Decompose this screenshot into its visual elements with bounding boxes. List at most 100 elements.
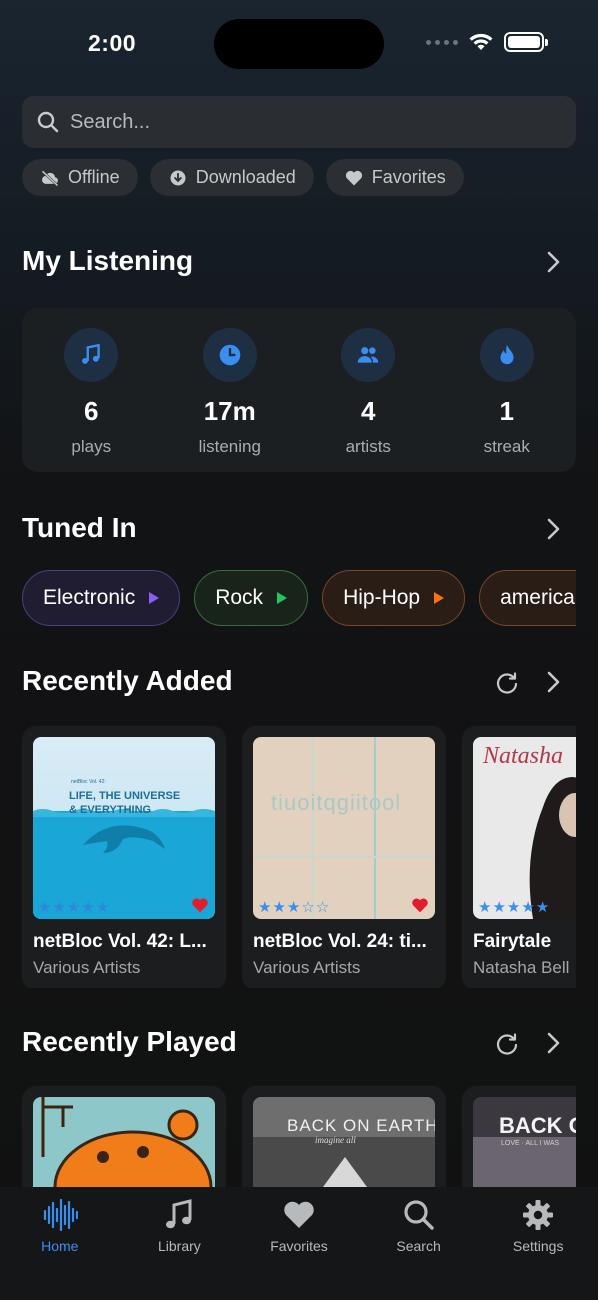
music-note-icon — [166, 1199, 192, 1229]
album-title: Fairytale — [473, 931, 552, 952]
filter-offline-label: Offline — [68, 167, 120, 187]
my-listening-title: My Listening — [22, 245, 194, 276]
stat-value: 17m — [203, 396, 256, 426]
genre-label: americana — [500, 586, 576, 609]
tab-search[interactable]: Search — [359, 1187, 479, 1300]
filter-downloaded-chip[interactable]: Downloaded — [149, 159, 314, 196]
tab-library[interactable]: Library — [120, 1187, 240, 1300]
rating-stars: ★ ★ ★ ★ ★ — [38, 899, 110, 916]
stat-label: plays — [71, 437, 112, 456]
search-icon — [37, 111, 59, 133]
chevron-right-icon[interactable] — [544, 249, 562, 275]
svg-text:LOVE · ALL I WAS: LOVE · ALL I WAS — [501, 1140, 560, 1147]
tab-label: Search — [396, 1238, 441, 1254]
tab-label: Library — [157, 1238, 201, 1254]
album-art: BACK ON EARTH imagine all — [253, 1097, 435, 1187]
search-icon — [403, 1200, 434, 1230]
svg-text:BACK ON EARTH: BACK ON EARTH — [287, 1116, 435, 1135]
album-art: Natasha ★ ★ ★ ★ ★ — [473, 737, 576, 919]
album-title: netBloc Vol. 24: ti... — [253, 931, 427, 952]
album-art: tiuoitqgiitool ★ ★ ★ ☆ ☆ — [253, 737, 435, 919]
tab-home[interactable]: Home — [0, 1187, 120, 1300]
cloud-off-icon — [41, 169, 59, 186]
album-card[interactable]: Natasha ★ ★ ★ ★ ★ Fairytale Natasha Bell — [462, 726, 576, 988]
genre-pills: Electronic Rock Hip-Hop americana — [22, 570, 576, 628]
tab-bar: Home Library Favorites Search Settings — [0, 1187, 598, 1300]
stat-plays: 6 plays — [22, 308, 161, 472]
svg-text:LIFE, THE UNIVERSE: LIFE, THE UNIVERSE — [69, 790, 180, 802]
tab-settings[interactable]: Settings — [478, 1187, 598, 1300]
filter-downloaded-label: Downloaded — [195, 167, 296, 187]
tab-label: Home — [41, 1238, 79, 1254]
album-card[interactable]: BACK ON LOVE · ALL I WAS — [462, 1086, 576, 1187]
chevron-right-icon[interactable] — [544, 516, 562, 542]
play-icon — [149, 592, 160, 604]
stat-label: artists — [345, 437, 391, 456]
heart-icon — [284, 1201, 314, 1228]
album-artist: Natasha Bell — [473, 958, 570, 977]
gear-icon — [523, 1200, 554, 1230]
album-card[interactable]: BACK ON EARTH imagine all — [242, 1086, 446, 1187]
refresh-icon[interactable] — [494, 1031, 520, 1057]
album-card[interactable]: tiuoitqgiitool ★ ★ ★ ☆ ☆ netBloc Vol. 24: ti… — [242, 726, 446, 988]
rating-stars: ★ ★ ★ ☆ ☆ — [258, 899, 330, 916]
heart-icon[interactable] — [411, 897, 429, 913]
filter-favorites-label: Favorites — [371, 167, 446, 187]
genre-pill-electronic[interactable]: Electronic — [22, 570, 181, 626]
filter-chips: Offline Downloaded Favorites — [22, 159, 464, 196]
recently-added-row: netBloc Vol. 42: LIFE, THE UNIVERSE & EV… — [22, 726, 576, 988]
music-note-icon — [64, 328, 119, 382]
tab-favorites[interactable]: Favorites — [239, 1187, 359, 1300]
album-art: netBloc Vol. 42: LIFE, THE UNIVERSE & EV… — [33, 737, 215, 919]
album-title: netBloc Vol. 42: L... — [33, 931, 207, 952]
svg-text:tiuoitqgiitool: tiuoitqgiitool — [271, 790, 401, 815]
svg-text:imagine all: imagine all — [315, 1135, 356, 1145]
tuned-in-title: Tuned In — [22, 512, 137, 543]
tab-label: Favorites — [270, 1238, 328, 1254]
status-indicators — [426, 32, 548, 52]
waveform-icon — [43, 1198, 78, 1232]
filter-favorites-chip[interactable]: Favorites — [325, 159, 464, 196]
search-input[interactable] — [70, 110, 550, 134]
stat-listening: 17m listening — [161, 308, 300, 472]
filter-offline-chip[interactable]: Offline — [22, 159, 138, 196]
stat-streak: 1 streak — [438, 308, 577, 472]
genre-label: Rock — [215, 586, 264, 609]
chevron-right-icon[interactable] — [544, 669, 562, 695]
clock-icon — [202, 328, 257, 382]
stat-label: listening — [198, 437, 261, 456]
album-artist: Various Artists — [253, 958, 361, 977]
genre-pill-rock[interactable]: Rock — [194, 570, 309, 626]
heart-icon[interactable] — [191, 897, 209, 913]
svg-text:netBloc Vol. 42:: netBloc Vol. 42: — [71, 779, 106, 785]
svg-text:Natasha: Natasha — [482, 743, 563, 769]
signal-icon — [426, 39, 458, 45]
genre-pill-hip-hop[interactable]: Hip-Hop — [322, 570, 466, 626]
stat-value: 6 — [84, 396, 99, 426]
download-circle-icon — [170, 170, 186, 185]
status-time: 2:00 — [88, 30, 137, 56]
dynamic-island — [214, 19, 384, 69]
album-card[interactable] — [22, 1086, 226, 1187]
stat-artists: 4 artists — [299, 308, 438, 472]
search-bar[interactable] — [22, 96, 576, 148]
refresh-icon[interactable] — [494, 670, 520, 696]
people-icon — [341, 328, 396, 382]
listening-stats-card[interactable]: 6 plays 17m listening 4 artists 1 streak — [22, 308, 576, 472]
recently-added-title: Recently Added — [22, 665, 233, 696]
album-card[interactable]: netBloc Vol. 42: LIFE, THE UNIVERSE & EV… — [22, 726, 226, 988]
rating-stars: ★ ★ ★ ★ ★ — [478, 899, 550, 916]
status-bar: 2:00 — [0, 0, 598, 90]
play-icon — [277, 592, 288, 604]
svg-text:BACK ON: BACK ON — [499, 1113, 576, 1138]
chevron-right-icon[interactable] — [544, 1030, 562, 1056]
stat-label: streak — [483, 437, 530, 456]
genre-pill-americana[interactable]: americana — [479, 570, 576, 626]
flame-icon — [479, 328, 534, 382]
wifi-icon — [469, 33, 493, 50]
tab-label: Settings — [512, 1238, 564, 1254]
recently-played-row: BACK ON EARTH imagine all BACK ON LOVE ·… — [22, 1086, 576, 1187]
play-icon — [434, 592, 445, 604]
recently-played-title: Recently Played — [22, 1026, 237, 1057]
genre-label: Electronic — [43, 586, 136, 609]
